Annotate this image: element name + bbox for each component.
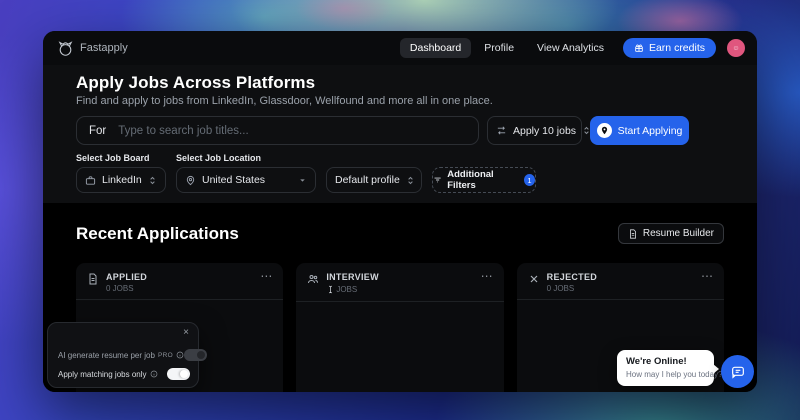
column-rejected-meta: REJECTED 0 JOBS bbox=[547, 272, 701, 293]
matching-jobs-label: Apply matching jobs only bbox=[58, 370, 147, 379]
top-navbar: Fastapply Dashboard Profile View Analyti… bbox=[43, 31, 757, 65]
job-location-value: United States bbox=[202, 174, 292, 186]
chat-bubble-icon bbox=[730, 364, 746, 380]
search-prefix-label: For bbox=[89, 125, 106, 137]
fastapply-owl-logo-icon bbox=[57, 40, 74, 57]
ai-resume-toggle[interactable] bbox=[184, 349, 207, 361]
nav-item-view-analytics[interactable]: View Analytics bbox=[527, 38, 614, 58]
chat-status: We're Online! bbox=[626, 356, 705, 367]
profile-select[interactable]: Default profile bbox=[326, 167, 422, 193]
column-name: APPLIED bbox=[106, 272, 260, 282]
brand: Fastapply bbox=[57, 40, 128, 57]
earn-credits-button[interactable]: Earn credits bbox=[623, 38, 716, 58]
earn-credits-label: Earn credits bbox=[649, 42, 705, 54]
nav-item-profile[interactable]: Profile bbox=[474, 38, 524, 58]
gift-icon bbox=[634, 43, 644, 53]
chevron-up-down-icon bbox=[148, 176, 157, 185]
chat-launcher-button[interactable] bbox=[721, 355, 754, 388]
column-rejected-header: REJECTED 0 JOBS ⋯ bbox=[517, 263, 724, 300]
column-interview: INTERVIEW JOBS ⋯ bbox=[296, 263, 503, 392]
people-icon bbox=[307, 273, 319, 285]
additional-filters-label: Additional Filters bbox=[447, 169, 519, 191]
column-more-button[interactable]: ⋯ bbox=[701, 272, 713, 280]
desktop-background: Fastapply Dashboard Profile View Analyti… bbox=[0, 0, 800, 420]
column-name: INTERVIEW bbox=[326, 272, 480, 282]
start-applying-label: Start Applying bbox=[618, 125, 683, 137]
x-icon bbox=[528, 273, 540, 285]
info-icon bbox=[176, 351, 184, 359]
recent-applications-header: Recent Applications Resume Builder bbox=[76, 223, 724, 244]
document-icon bbox=[87, 273, 99, 285]
column-interview-meta: INTERVIEW JOBS bbox=[326, 272, 480, 295]
column-count: JOBS bbox=[326, 284, 480, 295]
profile-select-value: Default profile bbox=[335, 174, 400, 186]
pro-tag: PRO bbox=[158, 352, 173, 359]
job-location-select[interactable]: United States bbox=[176, 167, 316, 193]
text-cursor-icon bbox=[326, 284, 335, 295]
apply-count-select[interactable]: Apply 10 jobs bbox=[487, 116, 582, 145]
job-location-label: Select Job Location bbox=[176, 153, 261, 163]
user-avatar[interactable]: ☺ bbox=[727, 39, 745, 57]
job-board-select[interactable]: LinkedIn bbox=[76, 167, 166, 193]
apply-options-popup: × AI generate resume per job PRO Apply m… bbox=[47, 322, 199, 388]
filter-lines-icon bbox=[433, 175, 442, 185]
search-row: For Apply 10 jobs Start Applying bbox=[76, 116, 724, 145]
column-applied-header: APPLIED 0 JOBS ⋯ bbox=[76, 263, 283, 300]
filter-selects-row: LinkedIn United States Default profile A… bbox=[76, 167, 724, 193]
navbar-right: Dashboard Profile View Analytics Earn cr… bbox=[400, 38, 745, 58]
column-name: REJECTED bbox=[547, 272, 701, 282]
job-title-search-input[interactable] bbox=[118, 125, 466, 137]
column-applied-meta: APPLIED 0 JOBS bbox=[106, 272, 260, 293]
chevron-up-down-icon bbox=[406, 176, 415, 185]
chevron-down-icon bbox=[298, 176, 307, 185]
job-title-searchbox[interactable]: For bbox=[76, 116, 479, 145]
resume-builder-label: Resume Builder bbox=[643, 228, 714, 239]
info-icon bbox=[150, 370, 158, 378]
recent-applications-title: Recent Applications bbox=[76, 224, 239, 244]
column-more-button[interactable]: ⋯ bbox=[260, 272, 272, 280]
chat-message: How may I help you today? bbox=[626, 370, 705, 379]
job-board-value: LinkedIn bbox=[102, 174, 142, 186]
column-count: 0 JOBS bbox=[547, 284, 701, 293]
hero-section: Apply Jobs Across Platforms Find and app… bbox=[43, 65, 757, 203]
additional-filters-button[interactable]: Additional Filters 1 bbox=[432, 167, 536, 193]
job-board-label: Select Job Board bbox=[76, 153, 176, 163]
filters-count-badge: 1 bbox=[524, 174, 535, 186]
brand-name: Fastapply bbox=[80, 42, 128, 54]
matching-jobs-row: Apply matching jobs only bbox=[58, 368, 190, 380]
close-icon[interactable]: × bbox=[183, 327, 189, 338]
chat-tooltip: We're Online! How may I help you today? bbox=[617, 350, 714, 386]
column-more-button[interactable]: ⋯ bbox=[481, 272, 493, 280]
ai-resume-row: AI generate resume per job PRO bbox=[58, 349, 190, 361]
filter-labels-row: Select Job Board Select Job Location bbox=[76, 153, 724, 163]
column-interview-header: INTERVIEW JOBS ⋯ bbox=[296, 263, 503, 302]
briefcase-icon bbox=[85, 175, 96, 186]
resume-builder-button[interactable]: Resume Builder bbox=[618, 223, 724, 244]
fastapply-app-window: Fastapply Dashboard Profile View Analyti… bbox=[43, 31, 757, 392]
swap-arrows-icon bbox=[496, 125, 507, 136]
document-icon bbox=[628, 229, 638, 239]
column-count: 0 JOBS bbox=[106, 284, 260, 293]
matching-jobs-toggle[interactable] bbox=[167, 368, 190, 380]
start-applying-button[interactable]: Start Applying bbox=[590, 116, 689, 145]
nav-item-dashboard[interactable]: Dashboard bbox=[400, 38, 471, 58]
popup-rows: AI generate resume per job PRO Apply mat… bbox=[58, 342, 190, 380]
ai-resume-label: AI generate resume per job bbox=[58, 351, 155, 360]
pin-circle-icon bbox=[597, 123, 612, 138]
apply-count-value: Apply 10 jobs bbox=[513, 125, 576, 137]
location-pin-icon bbox=[185, 175, 196, 186]
page-title: Apply Jobs Across Platforms bbox=[76, 73, 724, 93]
page-subtitle: Find and apply to jobs from LinkedIn, Gl… bbox=[76, 95, 724, 107]
